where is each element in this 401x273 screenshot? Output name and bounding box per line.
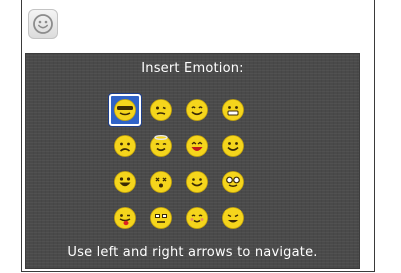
happy-icon (186, 171, 208, 193)
grimace-icon (222, 99, 244, 121)
emoticon-confused[interactable] (145, 94, 177, 126)
emoticon-big-grin[interactable] (109, 166, 141, 198)
tongue-out-icon (114, 207, 136, 229)
dead-icon (150, 171, 172, 193)
emoticon-nerd-glasses[interactable] (217, 166, 249, 198)
nerd-glasses-icon (222, 171, 244, 193)
navigation-hint: Use left and right arrows to navigate. (67, 245, 318, 260)
emoticon-blush[interactable] (181, 202, 213, 234)
emoticon-smile[interactable] (181, 94, 213, 126)
window-frame: Insert Emotion: Use left and right arrow… (21, 0, 375, 272)
emoticon-devil[interactable] (217, 202, 249, 234)
emoticon-sad[interactable] (109, 130, 141, 162)
confused-icon (150, 99, 172, 121)
emoticon-toolbar-button[interactable] (28, 9, 58, 39)
emoticon-cool-sunglasses[interactable] (109, 94, 141, 126)
emoticon-angel[interactable] (145, 130, 177, 162)
emoticon-happy[interactable] (181, 166, 213, 198)
smiley-icon (33, 14, 53, 34)
emoticon-tongue-out[interactable] (109, 202, 141, 234)
grin-icon (222, 135, 244, 157)
sad-icon (114, 135, 136, 157)
insert-emotion-panel: Insert Emotion: Use left and right arrow… (25, 53, 360, 269)
worried-icon (150, 207, 172, 229)
emoticon-grin[interactable] (217, 130, 249, 162)
blush-icon (186, 207, 208, 229)
angel-icon (150, 135, 172, 157)
emoticon-worried[interactable] (145, 202, 177, 234)
emoticon-grid (109, 94, 249, 234)
laughing-icon (186, 135, 208, 157)
emoticon-laughing[interactable] (181, 130, 213, 162)
emoticon-grimace[interactable] (217, 94, 249, 126)
big-grin-icon (114, 171, 136, 193)
panel-title: Insert Emotion: (141, 61, 244, 76)
devil-icon (222, 207, 244, 229)
emoticon-dead[interactable] (145, 166, 177, 198)
smile-icon (186, 99, 208, 121)
cool-sunglasses-icon (114, 99, 136, 121)
